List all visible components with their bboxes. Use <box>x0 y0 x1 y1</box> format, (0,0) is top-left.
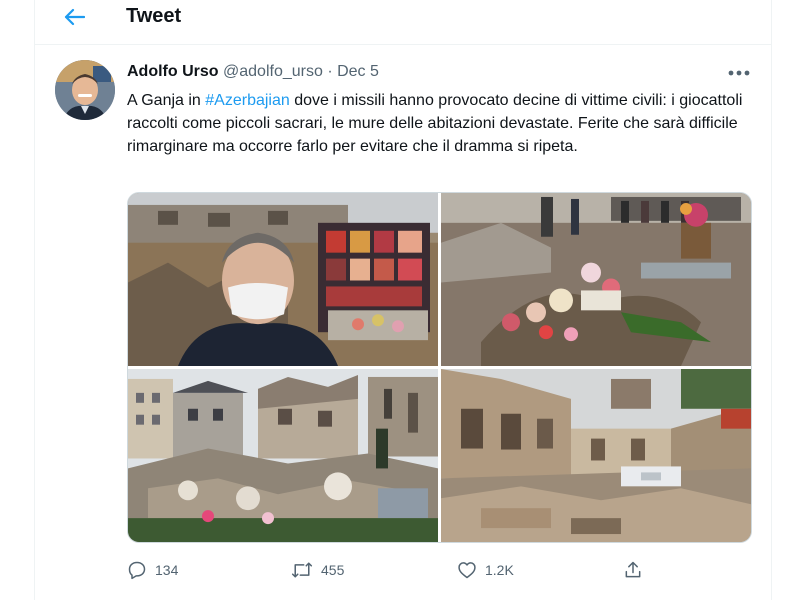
more-horizontal-icon <box>728 70 750 76</box>
author-name[interactable]: Adolfo Urso <box>127 63 219 80</box>
photo-1[interactable] <box>128 193 438 366</box>
retweet-icon <box>291 562 313 578</box>
like-button[interactable]: 1.2K <box>457 558 514 582</box>
tweet-text-intro: A Ganja in <box>127 92 206 109</box>
share-icon <box>625 561 641 578</box>
more-options-button[interactable] <box>727 66 751 80</box>
avatar-image <box>55 60 115 120</box>
reply-icon <box>128 561 146 580</box>
retweet-count: 455 <box>321 562 345 578</box>
retweet-button[interactable]: 455 <box>291 558 344 582</box>
reply-count: 134 <box>155 562 179 578</box>
share-button[interactable] <box>623 558 643 582</box>
media-grid <box>127 192 752 543</box>
photo-destroyed-buildings <box>128 369 438 542</box>
reply-button[interactable]: 134 <box>127 558 178 582</box>
avatar[interactable] <box>55 60 115 120</box>
back-button[interactable] <box>59 4 89 30</box>
arrow-left-icon <box>64 8 85 26</box>
photo-ruined-house <box>441 369 751 542</box>
photo-2[interactable] <box>441 193 751 366</box>
heart-icon <box>458 562 476 579</box>
page-header: Tweet <box>35 0 771 45</box>
hashtag-link[interactable]: #Azerbajian <box>205 92 290 109</box>
tweet-actions: 134 455 1.2K <box>127 558 752 582</box>
author-handle[interactable]: @adolfo_urso <box>223 63 323 80</box>
tweet-meta: Adolfo Urso @adolfo_urso · Dec 5 <box>127 63 379 81</box>
photo-4[interactable] <box>441 369 751 542</box>
tweet-date[interactable]: Dec 5 <box>337 63 379 80</box>
tweet-text: A Ganja in #Azerbajian dove i missili ha… <box>127 89 757 158</box>
page-title: Tweet <box>126 5 182 27</box>
photo-man-with-mask <box>128 193 438 366</box>
meta-separator: · <box>327 63 333 80</box>
like-count: 1.2K <box>485 562 514 578</box>
tweet-page: Tweet Adolfo Urso @adolfo_urso · Dec 5 A… <box>34 0 772 600</box>
photo-3[interactable] <box>128 369 438 542</box>
photo-toys-memorial <box>441 193 751 366</box>
